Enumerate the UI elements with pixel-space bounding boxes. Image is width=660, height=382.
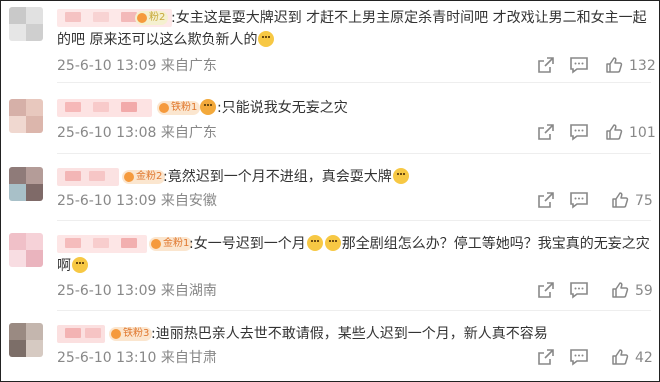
comment-time: 25-6-10 13:09 来自安徽 — [57, 193, 217, 209]
comment-time: 25-6-10 13:10 来自甘肃 — [57, 350, 217, 366]
comment-text: :女主这是耍大牌迟到 才赶不上男主原定杀青时间吧 才改戏让男二和女主一起 — [171, 10, 647, 26]
cheer-emoji-icon — [200, 99, 216, 115]
thumbs-up-icon[interactable] — [605, 56, 625, 74]
share-icon[interactable] — [537, 123, 557, 141]
comment-icon[interactable] — [569, 123, 589, 141]
comment-text-line2: 啊 — [57, 256, 89, 277]
like-count: 75 — [635, 193, 653, 209]
thumbs-up-icon[interactable] — [611, 191, 631, 209]
cry-emoji-icon — [72, 257, 88, 273]
share-icon[interactable] — [537, 191, 557, 209]
cry-emoji-icon — [258, 31, 275, 47]
comment-time: 25-6-10 13:09 来自湖南 — [57, 283, 217, 299]
thumbs-up-icon[interactable] — [605, 123, 625, 141]
fan-badge: 粉2 — [135, 11, 169, 25]
username-blurred[interactable] — [57, 168, 119, 186]
thumbs-up-icon[interactable] — [611, 281, 631, 299]
comment-text: :迪丽热巴亲人去世不敢请假，某些人迟到一个月，新人真不容易 — [151, 326, 548, 342]
avatar[interactable] — [9, 233, 43, 267]
like-count: 59 — [635, 283, 653, 299]
like-count: 42 — [635, 350, 653, 366]
fan-badge: 铁粉1 — [157, 101, 201, 115]
shocked-emoji-icon — [306, 235, 323, 251]
fan-badge: 金粉1 — [149, 237, 193, 251]
shy-emoji-icon — [392, 168, 409, 184]
comment-text-line2: 的吧 原来还可以这么欺负新人的 — [57, 30, 275, 51]
comment-time: 25-6-10 13:08 来自广东 — [57, 125, 217, 141]
divider — [57, 310, 651, 311]
comment-list: 粉2 :女主这是耍大牌迟到 才赶不上男主原定杀青时间吧 才改戏让男二和女主一起 … — [0, 0, 660, 382]
divider — [57, 153, 651, 154]
like-count: 132 — [629, 58, 656, 74]
share-icon[interactable] — [537, 56, 557, 74]
divider — [57, 82, 651, 83]
username-blurred[interactable] — [57, 235, 147, 253]
fan-badge: 金粉2 — [122, 170, 166, 184]
comment-text: :女一号迟到一个月 那全剧组怎么办？停工等她吗？我宝真的无妄之灾 — [189, 235, 650, 252]
shocked-emoji-icon — [324, 235, 341, 251]
avatar[interactable] — [9, 167, 43, 201]
comment-icon[interactable] — [569, 348, 589, 366]
thumbs-up-icon[interactable] — [611, 348, 631, 366]
username-blurred[interactable] — [57, 325, 105, 343]
share-icon[interactable] — [537, 281, 557, 299]
comment-text: :只能说我女无妄之灾 — [199, 98, 348, 119]
comment-icon[interactable] — [569, 56, 589, 74]
like-count: 101 — [629, 125, 656, 141]
comment-icon[interactable] — [569, 281, 589, 299]
comment-time: 25-6-10 13:09 来自广东 — [57, 58, 217, 74]
comment-icon[interactable] — [569, 191, 589, 209]
comment-text: :竟然迟到一个月不进组，真会耍大牌 — [163, 167, 410, 188]
fan-badge: 铁粉3 — [109, 327, 153, 341]
avatar[interactable] — [9, 99, 43, 133]
avatar[interactable] — [9, 323, 43, 357]
avatar[interactable] — [9, 7, 43, 41]
username-blurred[interactable] — [57, 99, 152, 117]
divider — [57, 220, 651, 221]
share-icon[interactable] — [537, 348, 557, 366]
